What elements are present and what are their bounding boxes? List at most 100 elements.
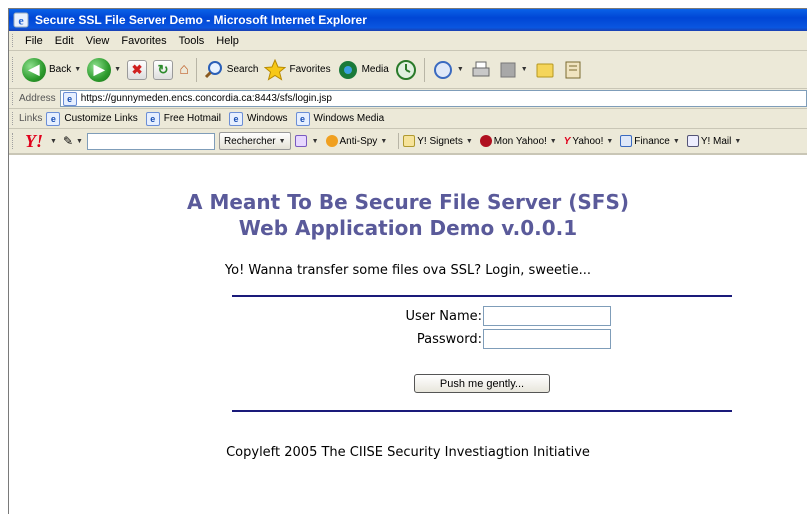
back-arrow-icon: ◀ [22, 57, 46, 82]
link-free-hotmail[interactable]: e Free Hotmail [145, 111, 221, 126]
page-icon: e [228, 111, 243, 126]
media-button[interactable]: Media [334, 55, 392, 85]
password-input[interactable] [483, 329, 611, 349]
chevron-down-icon: ▼ [734, 137, 742, 145]
menu-file[interactable]: File [19, 32, 49, 50]
chevron-down-icon: ▼ [606, 137, 614, 145]
address-url: https://gunnymeden.encs.concordia.ca:844… [80, 93, 332, 104]
chevron-down-icon: ▼ [380, 137, 388, 145]
print-button[interactable] [467, 55, 495, 85]
address-grip[interactable] [12, 91, 15, 106]
page-title-line-2: Web Application Demo v.0.0.1 [238, 216, 578, 240]
login-submit-button[interactable]: Push me gently... [414, 374, 550, 393]
forward-arrow-icon: ▶ [87, 57, 112, 82]
username-input[interactable] [483, 306, 611, 326]
page-footer: Copyleft 2005 The CIISE Security Investi… [226, 445, 590, 460]
menu-favorites[interactable]: Favorites [115, 32, 172, 50]
chevron-down-icon[interactable]: ▼ [114, 66, 121, 73]
forward-button[interactable]: ▶ ▼ [84, 55, 124, 85]
my-yahoo-icon [479, 135, 492, 147]
page-icon: e [145, 111, 160, 126]
page-icon: e [46, 111, 61, 126]
yahoo-finance[interactable]: Finance ▼ [620, 135, 680, 147]
star-icon [264, 58, 287, 81]
window-title: Secure SSL File Server Demo - Microsoft … [35, 13, 367, 27]
mail-icon [433, 60, 452, 79]
home-icon: ⌂ [179, 60, 189, 78]
username-row: User Name: [392, 306, 611, 326]
screenshot-frame: e Secure SSL File Server Demo - Microsof… [0, 0, 807, 514]
yahoo-logo[interactable]: Y! [25, 131, 43, 152]
ie-logo-icon: e [13, 12, 29, 28]
folder-icon [536, 63, 554, 77]
link-windows-media[interactable]: e Windows Media [295, 111, 384, 126]
links-bar: Links e Customize Links e Free Hotmail e… [9, 109, 807, 129]
link-customize-links[interactable]: e Customize Links [46, 111, 138, 126]
toolbar-separator [398, 133, 400, 149]
refresh-button[interactable]: ↻ [150, 55, 176, 85]
yahoo-grip[interactable] [12, 132, 15, 150]
horizontal-rule-top [232, 295, 732, 297]
toolbar-separator [423, 57, 425, 82]
page-subtitle: Yo! Wanna transfer some files ova SSL? L… [224, 263, 592, 278]
browser-window: e Secure SSL File Server Demo - Microsof… [9, 9, 807, 514]
printer-icon [472, 61, 490, 76]
search-button[interactable]: Search [201, 55, 262, 85]
chevron-down-icon[interactable]: ▼ [457, 66, 464, 73]
refresh-icon: ↻ [153, 59, 174, 80]
page-content: A Meant To Be Secure File Server (SFS) W… [9, 155, 807, 514]
standard-toolbar: ◀ Back ▼ ▶ ▼ ✖ ↻ ⌂ Search Favorites Medi… [9, 51, 807, 89]
toolbar-grip[interactable] [12, 56, 15, 83]
toolbar-separator [195, 57, 197, 82]
chevron-down-icon: ▼ [672, 137, 680, 145]
chevron-down-icon[interactable]: ▼ [76, 138, 83, 145]
history-button[interactable] [392, 55, 420, 85]
menu-grip[interactable] [12, 33, 15, 48]
research-icon [565, 61, 581, 78]
discuss-button[interactable] [531, 55, 559, 85]
yahoo-yahoo[interactable]: Y Yahoo! ▼ [564, 136, 614, 147]
address-label: Address [19, 93, 56, 104]
yahoo-bookmarks[interactable]: Y! Signets ▼ [403, 135, 473, 147]
link-windows[interactable]: e Windows [228, 111, 288, 126]
menu-tools[interactable]: Tools [173, 32, 211, 50]
yahoo-search-input[interactable] [86, 132, 215, 150]
edit-button[interactable]: ▼ [495, 55, 531, 85]
menu-view[interactable]: View [80, 32, 116, 50]
yahoo-popup-blocker[interactable]: ▼ [294, 135, 319, 147]
yahoo-toolbar: Y! ▼ ✎ ▼ Rechercher ▼ ▼ Anti-Spy ▼ Y! Si… [9, 129, 807, 155]
media-icon [338, 60, 357, 79]
password-row: Password: [392, 329, 611, 349]
svg-text:e: e [18, 14, 24, 28]
pencil-icon[interactable]: ✎ [63, 134, 73, 148]
menu-edit[interactable]: Edit [49, 32, 80, 50]
chevron-down-icon: ▼ [311, 137, 319, 145]
address-input[interactable]: e https://gunnymeden.encs.concordia.ca:8… [59, 90, 807, 107]
chevron-down-icon[interactable]: ▼ [74, 66, 81, 73]
chevron-down-icon[interactable]: ▼ [50, 138, 57, 145]
page-icon: e [295, 111, 310, 126]
yahoo-my-yahoo[interactable]: Mon Yahoo! ▼ [479, 135, 557, 147]
home-button[interactable]: ⌂ [176, 55, 192, 85]
menu-help[interactable]: Help [210, 32, 245, 50]
edit-page-icon [500, 62, 516, 77]
stop-icon: ✖ [127, 59, 148, 80]
yahoo-search-button[interactable]: Rechercher ▼ [218, 132, 291, 150]
popup-blocker-icon [294, 135, 307, 147]
page-title-line-1: A Meant To Be Secure File Server (SFS) [187, 190, 629, 214]
back-button[interactable]: ◀ Back ▼ [19, 55, 84, 85]
chevron-down-icon: ▼ [278, 137, 286, 145]
chevron-down-icon: ▼ [465, 137, 473, 145]
favorites-button[interactable]: Favorites [261, 55, 333, 85]
yahoo-mail[interactable]: Y! Mail ▼ [686, 135, 742, 147]
mail-button[interactable]: ▼ [429, 55, 467, 85]
history-icon [395, 59, 416, 80]
yahoo-antispy[interactable]: Anti-Spy ▼ [325, 135, 388, 147]
stop-button[interactable]: ✖ [124, 55, 150, 85]
links-grip[interactable] [12, 111, 15, 126]
research-button[interactable] [559, 55, 587, 85]
chevron-down-icon: ▼ [549, 137, 557, 145]
menu-bar: File Edit View Favorites Tools Help [9, 31, 807, 51]
yahoo-small-logo-icon: Y [563, 135, 571, 147]
chevron-down-icon[interactable]: ▼ [521, 66, 528, 73]
